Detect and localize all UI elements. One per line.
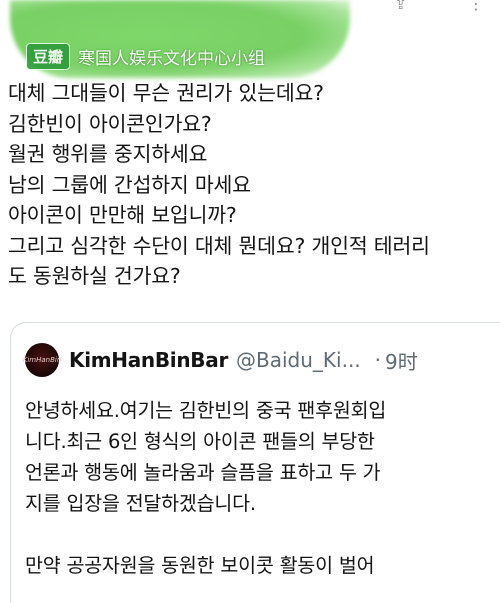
tweet-text: 대체 그대들이 무슨 권리가 있는데요? 김한빈이 아이콘인가요? 월권 행위를…	[8, 78, 500, 292]
watermark-text: 寒国人娱乐文化中心小组	[78, 48, 266, 69]
quoted-tweet-header: KimHanBin KimHanBinBar @Baidu_Ki... · 9时	[22, 343, 418, 377]
quoted-line: 만약 공공자원을 동원한 보이콧 활동이 벌어	[25, 554, 375, 577]
quoted-handle[interactable]: @Baidu_Ki...	[236, 348, 361, 372]
quoted-line: 안녕하세요.여기는 김한빈의 중국 팬후원회입	[25, 399, 387, 422]
tweet-line: 대체 그대들이 무슨 권리가 있는데요?	[8, 81, 324, 105]
quoted-timestamp[interactable]: 9时	[385, 346, 418, 375]
tweet-line: 아이콘이 만만해 보입니까?	[8, 203, 237, 227]
avatar-label: KimHanBin	[22, 356, 62, 364]
quoted-display-name[interactable]: KimHanBinBar	[69, 348, 228, 372]
share-icon[interactable]: ⇪	[394, 0, 407, 13]
tweet-line: 도 동원하실 건가요?	[8, 264, 181, 288]
avatar[interactable]: KimHanBin	[22, 343, 62, 377]
quoted-line: 언론과 행동에 놀라움과 슬픔을 표하고 두 가	[25, 461, 381, 484]
more-icon[interactable]: ⋮	[468, 0, 484, 13]
top-action-icons: ⇪ ⋮	[380, 0, 500, 20]
separator-dot: ·	[374, 348, 382, 372]
douban-logo: 豆瓣	[26, 42, 71, 70]
quoted-tweet-card[interactable]: KimHanBin KimHanBinBar @Baidu_Ki... · 9时…	[10, 322, 500, 603]
douban-watermark: 豆瓣 寒国人娱乐文化中心小组	[26, 42, 265, 70]
tweet-line: 그리고 심각한 수단이 대체 뭔데요? 개인적 테러리	[8, 233, 430, 258]
quoted-line: 지를 입장을 전달하겠습니다.	[25, 492, 256, 515]
tweet-line: 김한빈이 아이콘인가요?	[8, 111, 212, 136]
quoted-line: 니다.최근 6인 형식의 아이콘 팬들의 부당한	[25, 430, 375, 453]
quoted-tweet-body: 안녕하세요.여기는 김한빈의 중국 팬후원회입 니다.최근 6인 형식의 아이콘…	[25, 395, 500, 581]
tweet-line: 월권 행위를 중지하세요	[8, 142, 208, 166]
tweet-line: 남의 그룹에 간섭하지 마세요	[8, 172, 251, 197]
